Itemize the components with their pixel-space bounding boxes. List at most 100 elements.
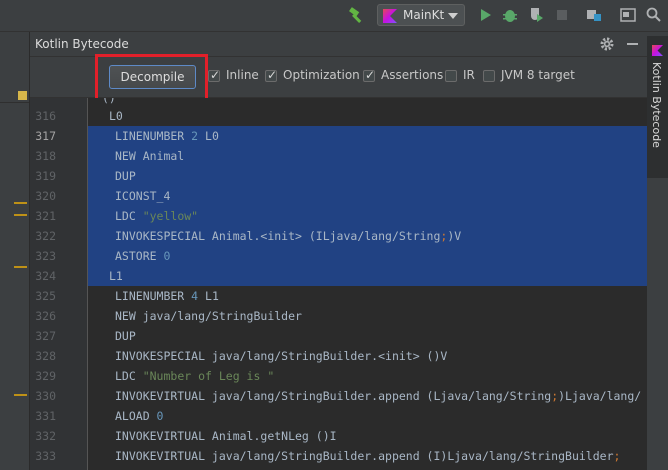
code-line: 316 L0 bbox=[30, 106, 647, 126]
code-token: LINENUMBER bbox=[115, 289, 192, 303]
code-text: NEW java/lang/StringBuilder bbox=[115, 309, 302, 323]
code-text: L0 bbox=[109, 109, 123, 123]
code-text: LDC "yellow" bbox=[115, 209, 198, 223]
code-line: 317 LINENUMBER 2 L0 bbox=[30, 126, 647, 146]
code-text: INVOKESPECIAL java/lang/StringBuilder.<i… bbox=[115, 349, 447, 363]
check-icon: ✓ bbox=[210, 68, 221, 82]
code-text: INVOKEVIRTUAL Animal.getNLeg ()I bbox=[115, 429, 337, 443]
code-token: )V bbox=[447, 229, 462, 243]
run-configuration-select[interactable]: MainKt bbox=[377, 4, 465, 26]
warning-marker[interactable] bbox=[14, 202, 27, 204]
code-text: DUP bbox=[115, 329, 136, 343]
code-line: 327 DUP bbox=[30, 326, 647, 346]
partial-code-line: () bbox=[102, 98, 116, 105]
run-icon[interactable] bbox=[476, 6, 494, 24]
highlight-box bbox=[95, 54, 208, 101]
kotlin-icon bbox=[652, 45, 663, 56]
assertions-checkbox[interactable]: ✓ bbox=[363, 68, 376, 82]
minimize-icon[interactable] bbox=[627, 43, 638, 45]
code-token: 0 bbox=[163, 249, 171, 263]
inline-checkbox[interactable]: ✓ bbox=[208, 68, 221, 82]
code-token: INVOKEVIRTUAL java/lang/StringBuilder.ap… bbox=[115, 389, 552, 403]
project-structure-icon[interactable] bbox=[585, 6, 603, 24]
warning-marker[interactable] bbox=[14, 266, 27, 268]
tool-stripe-button-kotlin-bytecode[interactable]: Kotlin Bytecode bbox=[647, 36, 668, 178]
code-line: 320 ICONST_4 bbox=[30, 186, 647, 206]
bytecode-editor[interactable]: () 316 L0 317 LINENUMBER 2 L0 318 NEW Animal 3… bbox=[30, 98, 647, 470]
code-text: NEW Animal bbox=[115, 149, 184, 163]
coverage-icon[interactable] bbox=[527, 6, 545, 24]
line-number: 328 bbox=[35, 349, 56, 363]
line-number: 333 bbox=[35, 449, 56, 463]
ir-checkbox[interactable] bbox=[445, 70, 457, 82]
chevron-down-icon bbox=[448, 13, 458, 19]
code-line: 324 L1 bbox=[30, 266, 647, 286]
code-line: 328 INVOKESPECIAL java/lang/StringBuilder… bbox=[30, 346, 647, 366]
code-token: 0 bbox=[156, 409, 164, 423]
selection-highlight bbox=[88, 246, 647, 266]
run-configuration-label: MainKt bbox=[403, 8, 445, 22]
jvm8-target-label: JVM 8 target bbox=[501, 68, 575, 82]
code-token: NEW java/lang/StringBuilder bbox=[115, 309, 302, 323]
code-token: DUP bbox=[115, 329, 136, 343]
code-line: 333 INVOKEVIRTUAL java/lang/StringBuilder… bbox=[30, 446, 647, 466]
optimization-checkbox[interactable]: ✓ bbox=[265, 68, 278, 82]
line-number: 329 bbox=[35, 369, 56, 383]
line-number: 323 bbox=[35, 249, 56, 263]
warning-marker[interactable] bbox=[14, 214, 27, 216]
code-text: LINENUMBER 2 L0 bbox=[115, 129, 219, 143]
check-icon: ✓ bbox=[365, 68, 376, 82]
code-token: )Ljava/lang/ bbox=[558, 389, 642, 403]
code-token: "Number of Leg is " bbox=[142, 369, 275, 383]
main-toolbar: MainKt bbox=[0, 0, 668, 32]
code-token: INVOKESPECIAL java/lang/StringBuilder.<i… bbox=[115, 349, 448, 363]
kotlin-icon bbox=[383, 9, 397, 23]
bookmark-marker bbox=[18, 91, 27, 100]
code-line: 331 ALOAD 0 bbox=[30, 406, 647, 426]
code-token: L0 bbox=[109, 109, 123, 123]
code-text: LDC "Number of Leg is " bbox=[115, 369, 274, 383]
code-token: ICONST_4 bbox=[115, 189, 171, 203]
search-icon[interactable] bbox=[645, 6, 663, 24]
editor-gutter-strip bbox=[0, 32, 30, 470]
debug-icon[interactable] bbox=[501, 6, 519, 24]
line-number: 332 bbox=[35, 429, 56, 443]
code-text: L1 bbox=[109, 269, 123, 283]
code-token: ; bbox=[613, 449, 621, 463]
stop-icon[interactable] bbox=[553, 6, 571, 24]
gear-icon[interactable] bbox=[599, 36, 615, 52]
line-number: 321 bbox=[35, 209, 56, 223]
hammer-icon[interactable] bbox=[348, 6, 366, 24]
line-number: 330 bbox=[35, 389, 56, 403]
code-text: ICONST_4 bbox=[115, 189, 170, 203]
right-tool-stripe: Kotlin Bytecode bbox=[646, 32, 668, 470]
code-token: INVOKEVIRTUAL Animal.getNLeg ()I bbox=[115, 429, 337, 443]
code-token: NEW Animal bbox=[115, 149, 185, 163]
line-number: 318 bbox=[35, 149, 56, 163]
code-line: 322 INVOKESPECIAL Animal.<init> (ILjava/l… bbox=[30, 226, 647, 246]
code-token: L0 bbox=[198, 129, 219, 143]
line-number: 316 bbox=[35, 109, 56, 123]
line-number: 317 bbox=[35, 129, 56, 143]
code-line: 329 LDC "Number of Leg is " bbox=[30, 366, 647, 386]
jvm8-target-checkbox[interactable] bbox=[483, 70, 495, 82]
check-icon: ✓ bbox=[267, 68, 278, 82]
line-number: 327 bbox=[35, 329, 56, 343]
code-token: ASTORE bbox=[115, 249, 164, 263]
code-token: "yellow" bbox=[142, 209, 199, 223]
warning-marker[interactable] bbox=[14, 394, 27, 396]
line-number: 320 bbox=[35, 189, 56, 203]
line-number: 319 bbox=[35, 169, 56, 183]
code-text: DUP bbox=[115, 169, 136, 183]
selection-highlight bbox=[88, 186, 647, 206]
code-line: 318 NEW Animal bbox=[30, 146, 647, 166]
code-line: 332 INVOKEVIRTUAL Animal.getNLeg ()I bbox=[30, 426, 647, 446]
code-token: L1 bbox=[198, 289, 219, 303]
code-token: L1 bbox=[109, 269, 123, 283]
terminal-icon[interactable] bbox=[619, 6, 637, 24]
selection-highlight bbox=[88, 266, 647, 286]
code-text: INVOKEVIRTUAL java/lang/StringBuilder.ap… bbox=[115, 389, 641, 403]
code-line: 330 INVOKEVIRTUAL java/lang/StringBuilder… bbox=[30, 386, 647, 406]
line-number: 326 bbox=[35, 309, 56, 323]
code-text: ASTORE 0 bbox=[115, 249, 170, 263]
